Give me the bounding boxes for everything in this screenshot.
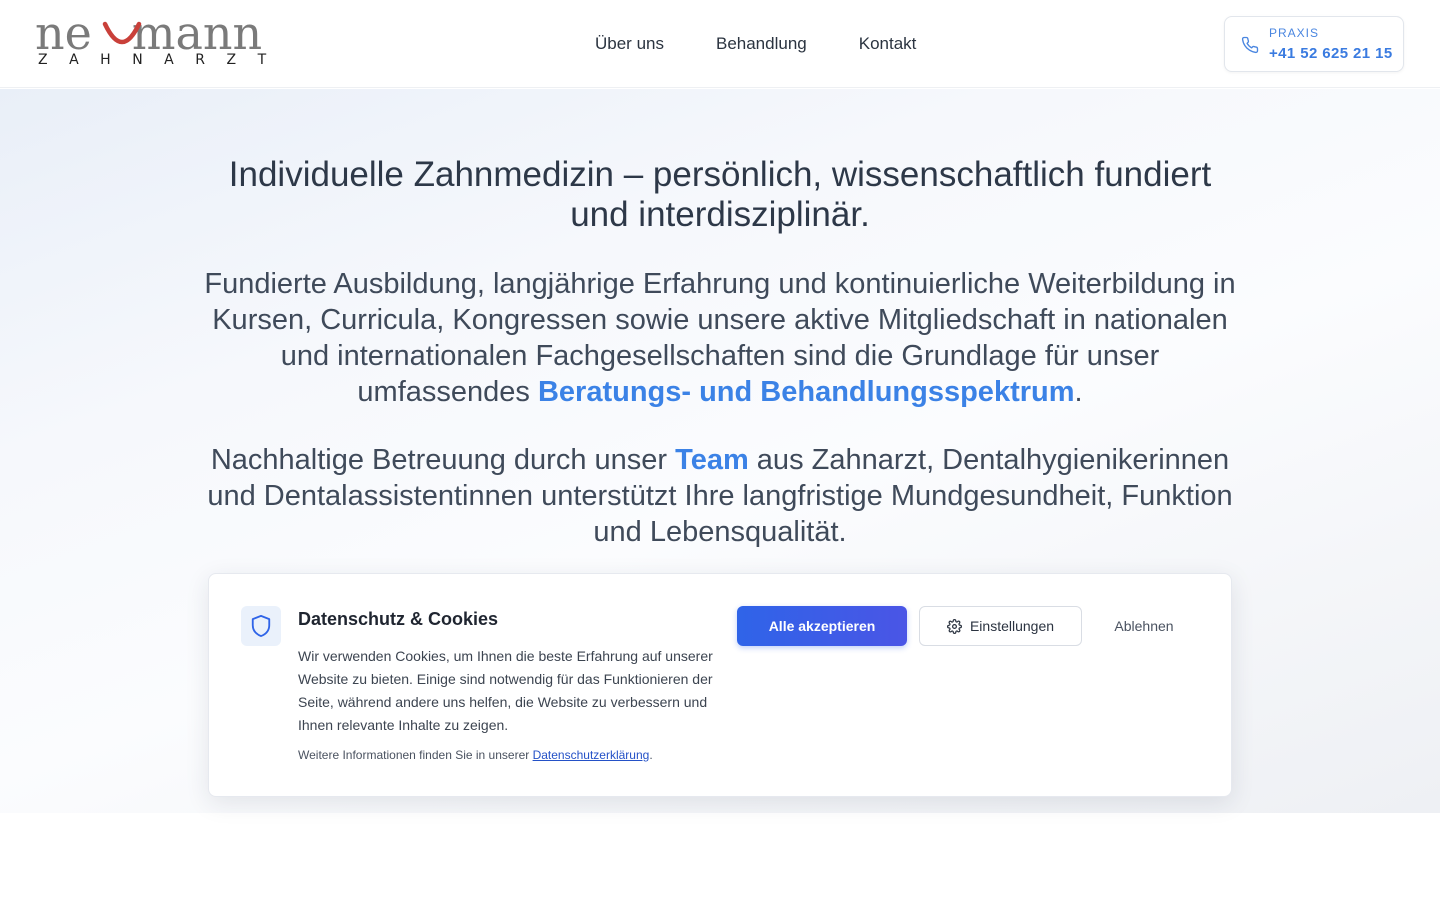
cookie-more-suffix: . <box>649 748 653 762</box>
nav-item-behandlung[interactable]: Behandlung <box>716 34 807 54</box>
phone-number: +41 52 625 21 15 <box>1269 45 1393 62</box>
nav-item-kontakt[interactable]: Kontakt <box>859 34 917 54</box>
cookie-more-info: Weitere Informationen finden Sie in unse… <box>298 748 653 762</box>
hero-paragraph-2: Nachhaltige Betreuung durch unser Team a… <box>200 442 1240 550</box>
gear-icon <box>947 618 962 634</box>
treatment-spectrum-link[interactable]: Beratungs- und Behandlungsspektrum <box>538 376 1075 408</box>
nav-item-ueber-uns[interactable]: Über uns <box>595 34 664 54</box>
main-nav: Über uns Behandlung Kontakt <box>595 34 916 54</box>
hero-p2-text: Nachhaltige Betreuung durch unser <box>210 444 676 476</box>
phone-label: PRAXIS <box>1269 26 1320 40</box>
cookie-settings-label: Einstellungen <box>969 618 1055 634</box>
smile-icon <box>102 21 142 45</box>
privacy-policy-link[interactable]: Datenschutzerklärung <box>533 748 650 762</box>
hero-title: Individuelle Zahnmedizin – persönlich, w… <box>228 155 1212 234</box>
phone-icon <box>1241 36 1259 54</box>
cookie-description: Wir verwenden Cookies, um Ihnen die best… <box>298 648 713 733</box>
phone-contact-button[interactable]: PRAXIS +41 52 625 21 15 <box>1224 16 1404 72</box>
logo-subtitle: ZAHNARZT <box>38 52 288 68</box>
site-header: neumann nemann ZAHNARZT Über uns Behandl… <box>0 0 1440 88</box>
shield-icon <box>251 615 271 637</box>
team-link[interactable]: Team <box>675 444 749 476</box>
cookie-settings-button[interactable]: Einstellungen <box>919 606 1082 646</box>
reject-button[interactable]: Ablehnen <box>1094 606 1194 646</box>
cookie-more-prefix: Weitere Informationen finden Sie in unse… <box>298 748 533 762</box>
cookie-banner: Datenschutz & Cookies Wir verwenden Cook… <box>208 573 1232 797</box>
hero-p1-end: . <box>1074 376 1083 408</box>
hero-paragraph-1: Fundierte Ausbildung, langjährige Erfahr… <box>200 266 1240 410</box>
accept-all-button[interactable]: Alle akzeptieren <box>737 606 907 646</box>
cookie-title: Datenschutz & Cookies <box>298 609 499 629</box>
logo[interactable]: neumann nemann ZAHNARZT <box>35 6 297 72</box>
shield-icon-badge <box>241 606 281 646</box>
